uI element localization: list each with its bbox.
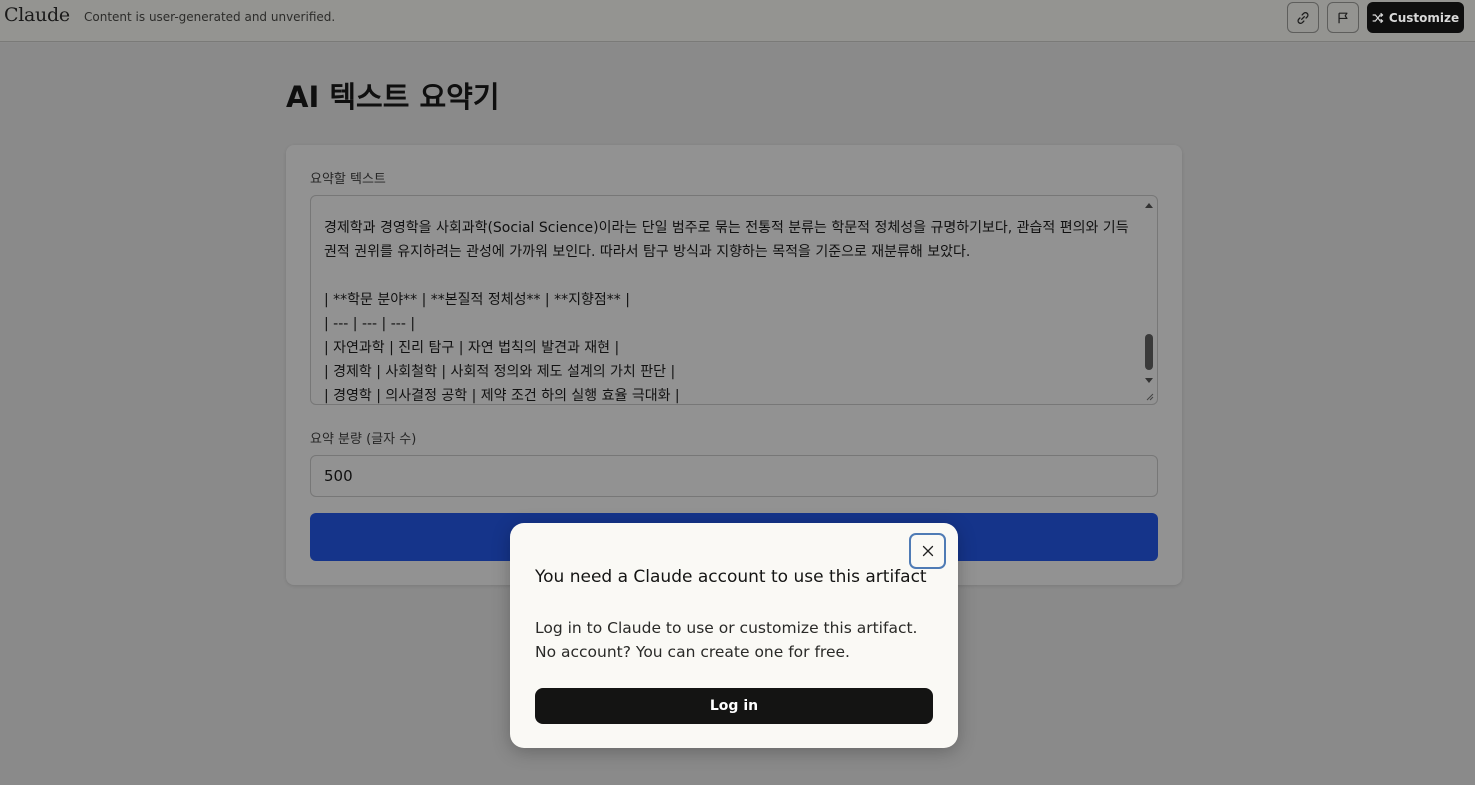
resize-grip-icon[interactable] xyxy=(1144,391,1154,401)
summary-length-input[interactable]: 500 xyxy=(310,455,1158,497)
customize-label: Customize xyxy=(1388,10,1460,25)
login-modal: You need a Claude account to use this ar… xyxy=(510,523,958,748)
scroll-down-arrow-icon[interactable] xyxy=(1145,378,1153,383)
report-button[interactable] xyxy=(1327,2,1359,33)
copy-link-button[interactable] xyxy=(1287,2,1319,33)
scroll-up-arrow-icon[interactable] xyxy=(1145,203,1153,208)
log-in-button[interactable]: Log in xyxy=(535,688,933,724)
textarea-content: 경제학과 경영학을 사회과학(Social Science)이라는 단일 범주로… xyxy=(324,220,1129,404)
page-title: AI 텍스트 요약기 xyxy=(286,80,500,114)
modal-body-text: Log in to Claude to use or customize thi… xyxy=(535,619,918,661)
shuffle-icon xyxy=(1372,12,1384,23)
scroll-thumb[interactable] xyxy=(1145,334,1153,370)
modal-close-button[interactable] xyxy=(909,533,946,569)
close-icon xyxy=(922,545,933,557)
customize-button[interactable]: Customize xyxy=(1367,2,1464,33)
textarea-scrollbar[interactable] xyxy=(1143,198,1155,402)
top-bar: Claude Content is user-generated and unv… xyxy=(0,0,1475,42)
flag-icon xyxy=(1338,12,1348,23)
length-label: 요약 분량 (글자 수) xyxy=(310,432,417,447)
text-label: 요약할 텍스트 xyxy=(310,172,386,187)
modal-title: You need a Claude account to use this ar… xyxy=(535,567,927,587)
claude-logo[interactable]: Claude xyxy=(4,4,70,26)
link-icon xyxy=(1297,11,1309,24)
summary-text-input[interactable]: 경제학과 경영학을 사회과학(Social Science)이라는 단일 범주로… xyxy=(310,195,1158,405)
unverified-notice: Content is user-generated and unverified… xyxy=(84,10,336,24)
